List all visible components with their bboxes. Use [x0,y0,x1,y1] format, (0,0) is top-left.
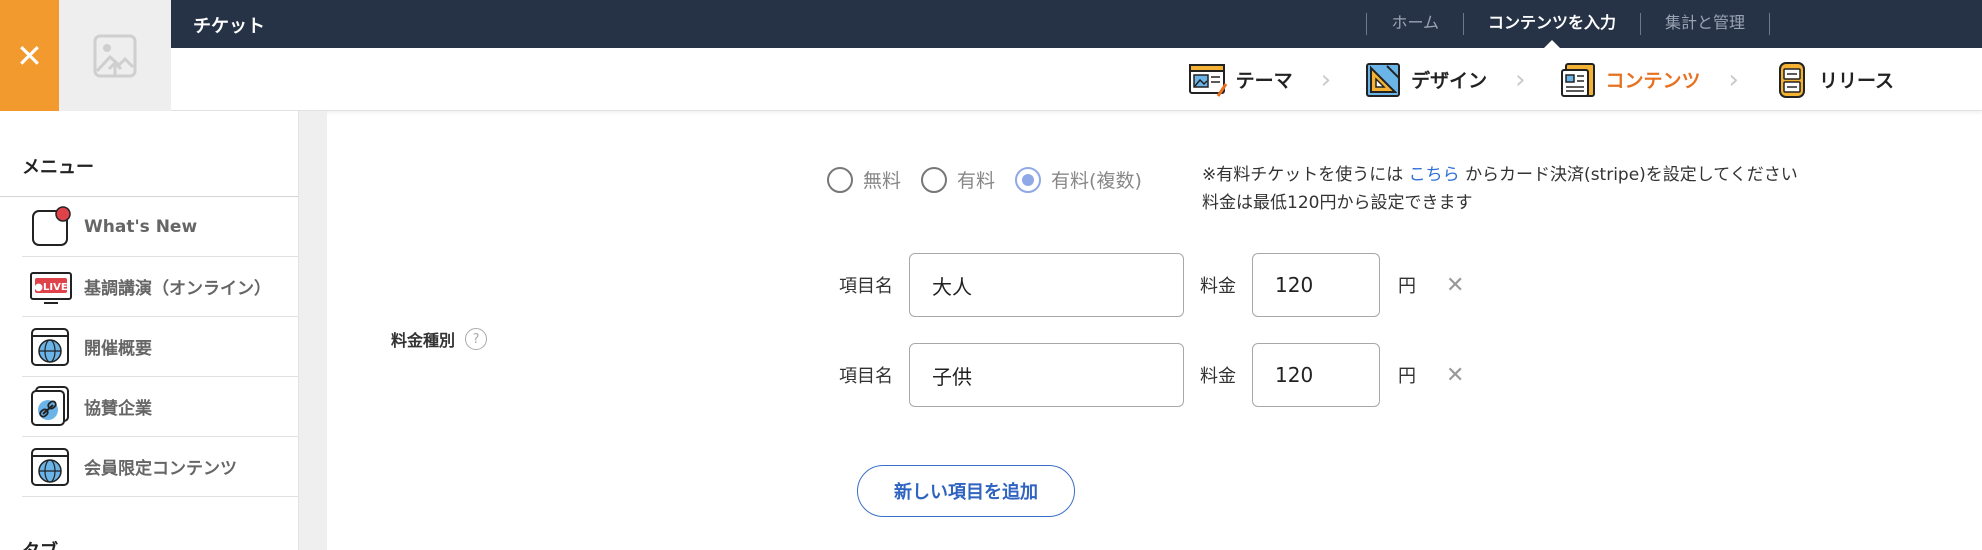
app-title: チケット [193,16,265,37]
sidebar: メニュー What's New ●LIVE 基調講演（オンライン） 開催概要 協… [0,111,299,550]
help-icon[interactable]: ? [465,328,488,350]
item-name-label: 項目名 [839,366,893,387]
radio-label: 無料 [863,170,902,192]
radio-circle[interactable] [827,166,853,193]
nav-home[interactable]: ホーム [1367,0,1463,48]
price-type-label: 料金種別 ? [391,327,488,351]
link-icon [31,385,69,426]
sidebar-item-sponsors[interactable]: 協賛企業 [22,377,298,437]
radio-circle[interactable] [921,166,948,193]
item-name-label: 項目名 [839,276,893,297]
price-item-row: 項目名 料金 円 ✕ [839,253,1464,317]
radio-paid-multiple[interactable]: 有料(複数) [1015,166,1142,193]
chevron-right-icon: › [1515,64,1526,95]
globe-icon [31,447,69,486]
nav-separator [1769,13,1770,35]
gutter [299,111,327,550]
step-label: リリース [1818,70,1894,92]
radio-free[interactable]: 無料 [827,166,901,193]
image-icon [93,34,137,77]
main-content: 料金種別 ? 無料 有料 有料(複数) ※有料チケットを使うには こちら からカ… [327,111,1982,550]
top-bar: チケット ホーム コンテンツを入力 集計と管理 [0,0,1982,48]
step-label: テーマ [1235,70,1293,92]
sidebar-item-keynote[interactable]: ●LIVE 基調講演（オンライン） [22,257,298,317]
sidebar-item-label: 協賛企業 [84,399,152,419]
globe-icon [31,327,69,366]
live-icon: ●LIVE [30,271,72,304]
fee-input[interactable] [1252,343,1380,407]
sidebar-menu-title: メニュー [22,157,94,178]
field-label: 料金種別 [391,331,456,350]
sidebar-item-label: 基調講演（オンライン） [84,279,271,299]
step-label: デザイン [1411,70,1488,92]
radio-paid[interactable]: 有料 [921,166,995,193]
remove-item-icon[interactable]: ✕ [1446,363,1464,388]
price-type-radio-group: 無料 有料 有料(複数) [827,166,1162,193]
radio-label: 有料 [957,170,996,192]
note-suffix: からカード決済(stripe)を設定してください [1465,165,1798,185]
radio-label: 有料(複数) [1051,170,1142,192]
chevron-right-icon: › [1320,64,1332,95]
note-prefix: ※有料チケットを使うには [1202,165,1404,185]
image-placeholder[interactable] [59,0,171,111]
chevron-right-icon: › [1728,64,1739,95]
sidebar-item-label: What's New [84,216,198,237]
item-name-input[interactable] [909,343,1184,407]
content-icon [1560,62,1595,97]
step-label: コンテンツ [1605,70,1701,92]
nav-content-input[interactable]: コンテンツを入力 [1464,0,1640,48]
notification-icon [32,205,71,246]
sidebar-item-whats-new[interactable]: What's New [22,197,298,257]
radio-circle[interactable] [1015,166,1042,193]
sidebar-item-label: 開催概要 [84,339,152,359]
close-icon: ✕ [16,36,43,75]
release-icon [1778,61,1805,98]
fee-label: 料金 [1200,276,1236,297]
step-bar: テーマ › デザイン › コンテンツ › リリース [171,48,1982,111]
design-icon [1366,62,1401,97]
note-min-price: 料金は最低120円から設定できます [1202,193,1473,213]
stripe-settings-link[interactable]: こちら [1409,165,1460,185]
remove-item-icon[interactable]: ✕ [1446,273,1464,298]
close-button[interactable]: ✕ [0,0,59,111]
yen-label: 円 [1398,276,1416,297]
svg-text:●LIVE: ●LIVE [34,282,68,293]
yen-label: 円 [1398,366,1416,387]
sidebar-menu-list: What's New ●LIVE 基調講演（オンライン） 開催概要 協賛企業 会… [0,196,298,497]
price-item-row: 項目名 料金 円 ✕ [839,343,1464,407]
step-theme[interactable]: テーマ [1188,62,1293,98]
sidebar-item-overview[interactable]: 開催概要 [22,317,298,377]
paid-ticket-note: ※有料チケットを使うには こちら からカード決済(stripe)を設定してくださ… [1202,161,1798,217]
item-name-input[interactable] [909,253,1184,317]
step-design[interactable]: デザイン [1365,62,1487,98]
sidebar-tab-title: タブ [22,537,58,550]
sidebar-item-members-only[interactable]: 会員限定コンテンツ [22,437,298,497]
fee-input[interactable] [1252,253,1380,317]
add-item-button[interactable]: 新しい項目を追加 [857,465,1075,517]
sidebar-item-label: 会員限定コンテンツ [84,459,237,479]
nav-aggregation[interactable]: 集計と管理 [1641,0,1769,48]
step-release[interactable]: リリース [1773,61,1894,99]
top-nav: ホーム コンテンツを入力 集計と管理 [1366,0,1982,48]
step-content[interactable]: コンテンツ [1560,62,1701,98]
fee-label: 料金 [1200,366,1236,387]
theme-icon [1188,63,1227,97]
